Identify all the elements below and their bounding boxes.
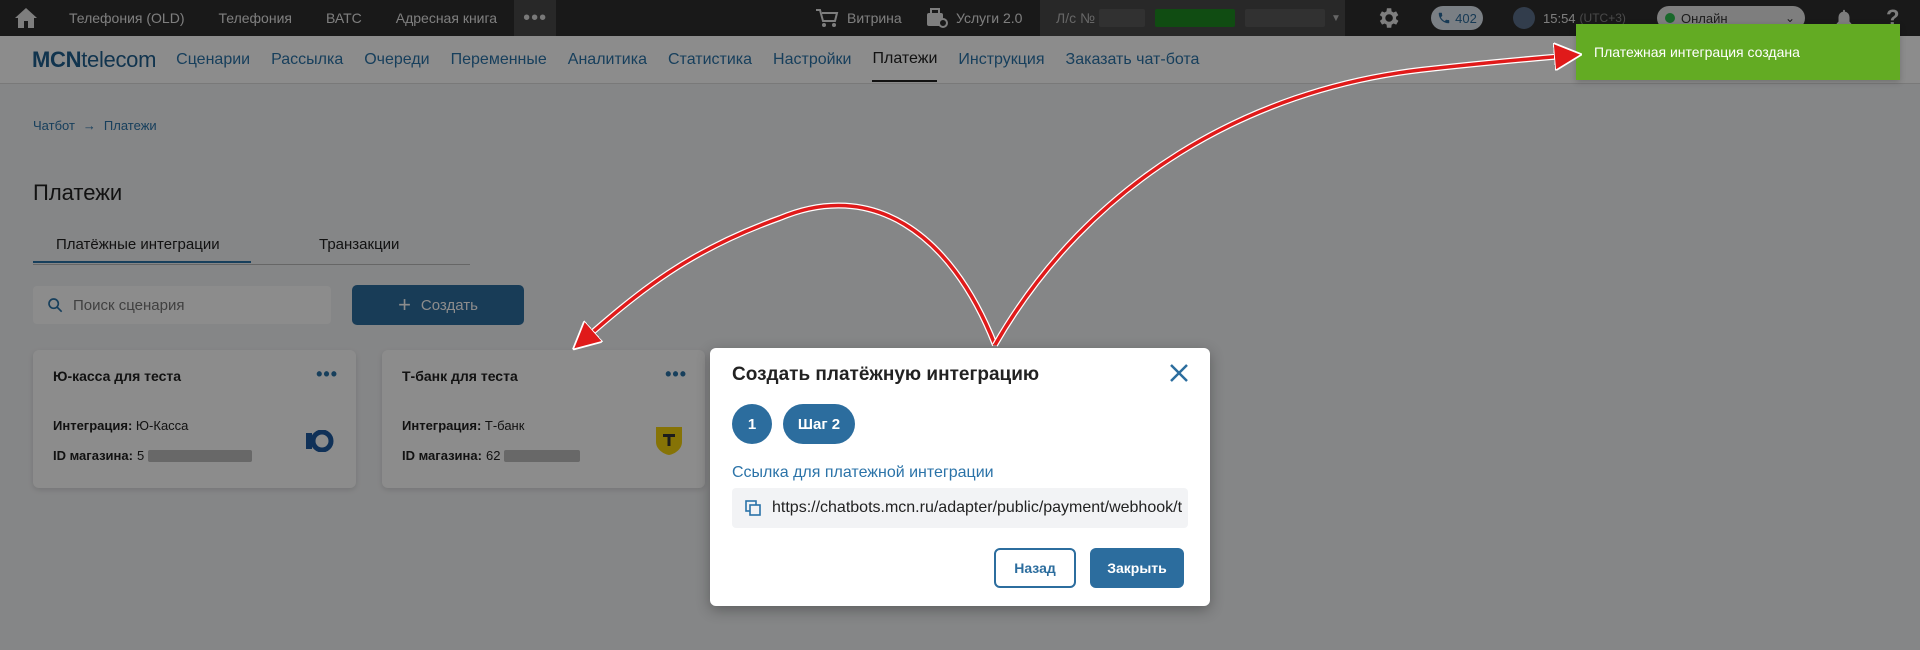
step-2-indicator: Шаг 2 [783, 404, 855, 444]
dialog-title: Создать платёжную интеграцию [732, 364, 1040, 385]
copy-icon[interactable] [744, 499, 762, 517]
close-icon[interactable] [1168, 362, 1190, 384]
step-1-indicator[interactable]: 1 [732, 404, 772, 444]
back-button[interactable]: Назад [994, 548, 1076, 588]
webhook-url-value: https://chatbots.mcn.ru/adapter/public/p… [772, 499, 1183, 516]
close-button[interactable]: Закрыть [1090, 548, 1184, 588]
create-payment-integration-dialog: Создать платёжную интеграцию 1 Шаг 2 Ссы… [710, 348, 1210, 606]
success-toast: Платежная интеграция создана [1576, 24, 1900, 80]
webhook-url-field[interactable]: https://chatbots.mcn.ru/adapter/public/p… [732, 488, 1188, 528]
link-label: Ссылка для платежной интеграции [732, 464, 994, 481]
